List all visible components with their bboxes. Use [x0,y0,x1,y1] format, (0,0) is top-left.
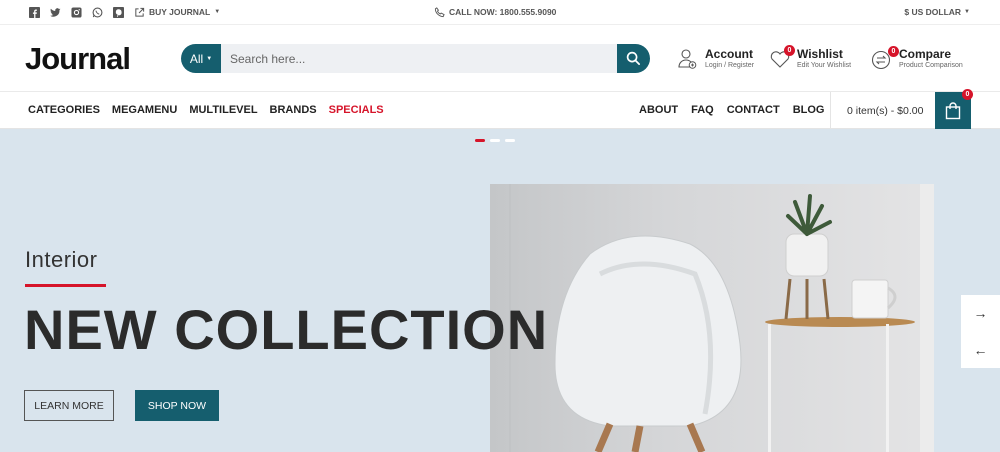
search-icon [626,51,640,65]
slider-arrows: → ← [961,295,1000,368]
slider-dot[interactable] [475,139,485,142]
currency-selector[interactable]: $ US DOLLAR ▼ [904,7,970,17]
buy-journal-label: BUY JOURNAL [149,7,211,17]
heart-icon: 0 [769,45,795,71]
nav-item-about[interactable]: ABOUT [639,104,678,116]
slider-dots [475,139,515,142]
cart-summary: 0 item(s) - $0.00 [847,104,924,117]
slider-dot[interactable] [490,139,500,142]
whatsapp-icon[interactable] [91,6,103,18]
user-icon [677,47,699,71]
nav-item-contact[interactable]: CONTACT [727,104,780,116]
nav-item-specials[interactable]: SPECIALS [329,104,384,116]
wishlist-title: Wishlist [797,47,843,61]
top-bar-left: BUY JOURNAL ▼ [28,6,220,18]
chair-scene-illustration [509,184,934,452]
nav-item-faq[interactable]: FAQ [691,104,714,116]
caret-down-icon: ▼ [206,55,213,62]
compare-count-badge: 0 [888,46,899,57]
nav-item-categories[interactable]: CATEGORIES [28,104,100,116]
header: Journal All ▼ Search here... Account Log… [0,25,1000,92]
search-category-select[interactable]: All ▼ [181,44,221,73]
compare-link[interactable]: 0 Compare Product Comparison [871,46,963,71]
call-now: CALL NOW: 1800.555.9090 [433,6,556,18]
call-now-label: CALL NOW: 1800.555.9090 [449,7,557,17]
search-bar: All ▼ Search here... [181,44,650,73]
search-button[interactable] [617,44,650,73]
hero-divider [25,284,106,287]
twitter-icon[interactable] [49,6,61,18]
search-category-label: All [189,51,204,66]
external-link-icon [133,6,145,18]
nav-item-brands[interactable]: BRANDS [270,104,317,116]
nav-item-multilevel[interactable]: MULTILEVEL [189,104,257,116]
facebook-icon[interactable] [28,6,40,18]
logo[interactable]: Journal [25,41,131,77]
pinterest-icon[interactable] [112,6,124,18]
wishlist-subtitle: Edit Your Wishlist [797,62,852,69]
wishlist-count-badge: 0 [784,45,795,56]
caret-down-icon: ▼ [964,9,970,15]
cart-button[interactable]: 0 [935,89,973,129]
search-placeholder: Search here... [230,51,306,66]
hero-slider: Interior NEW COLLECTION LEARN MORE SHOP … [0,129,1000,452]
compare-subtitle: Product Comparison [899,62,963,69]
shop-now-button[interactable]: SHOP NOW [135,390,219,421]
account-subtitle: Login / Register [705,62,755,69]
hero-subtitle: Interior [25,247,98,272]
hero-image [490,184,934,452]
buy-journal-dropdown[interactable]: BUY JOURNAL ▼ [133,6,220,18]
slider-dot[interactable] [505,139,515,142]
compare-title: Compare [899,47,952,61]
prev-arrow-icon[interactable]: ← [974,342,988,358]
compare-icon: 0 [871,46,899,71]
instagram-icon[interactable] [70,6,82,18]
main-nav-left: CATEGORIES MEGAMENU MULTILEVEL BRANDS SP… [28,104,384,116]
top-bar: BUY JOURNAL ▼ CALL NOW: 1800.555.9090 $ … [0,0,1000,25]
account-link[interactable]: Account Login / Register [677,47,754,71]
learn-more-button[interactable]: LEARN MORE [24,390,114,421]
phone-icon [433,6,445,18]
search-input[interactable]: Search here... [221,44,617,73]
shopping-bag-icon [945,101,961,119]
cart[interactable]: 0 item(s) - $0.00 0 [830,89,973,129]
cart-count-badge: 0 [962,89,973,100]
hero-title: NEW COLLECTION [24,298,549,361]
main-nav: CATEGORIES MEGAMENU MULTILEVEL BRANDS SP… [0,89,1000,129]
wishlist-link[interactable]: 0 Wishlist Edit Your Wishlist [769,45,852,71]
caret-down-icon: ▼ [214,9,221,15]
main-nav-right: ABOUT FAQ CONTACT BLOG [639,104,824,116]
account-title: Account [705,47,753,61]
nav-item-megamenu[interactable]: MEGAMENU [112,104,177,116]
nav-item-blog[interactable]: BLOG [793,104,825,116]
currency-label: $ US DOLLAR [904,7,962,17]
next-arrow-icon[interactable]: → [974,305,988,321]
